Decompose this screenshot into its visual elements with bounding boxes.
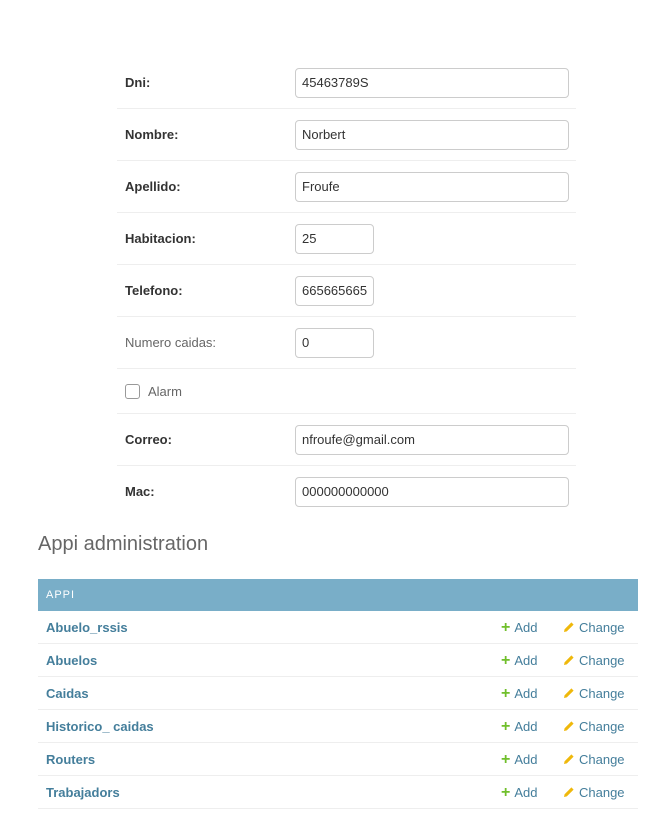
nombre-field[interactable] [295, 119, 569, 150]
change-link[interactable]: Change [563, 719, 625, 734]
table-row: Caidas + Add Change [38, 677, 638, 710]
form-row-nombre: Nombre: [117, 109, 576, 161]
plus-icon: + [501, 750, 511, 768]
table-row: Abuelo_rssis + Add Change [38, 611, 638, 644]
change-label: Change [579, 619, 625, 635]
habitacion-field[interactable] [295, 223, 374, 254]
change-link[interactable]: Change [563, 752, 625, 767]
change-link[interactable]: Change [563, 653, 625, 668]
pencil-icon [564, 655, 574, 665]
form-row-alarm: Alarm [117, 369, 576, 414]
apellido-field[interactable] [295, 171, 569, 202]
app-section-title: Appi administration [38, 533, 209, 555]
add-link[interactable]: + Add [501, 717, 538, 735]
form-row-habitacion: Habitacion: [117, 213, 576, 265]
add-link[interactable]: + Add [501, 783, 538, 801]
mac-field[interactable] [295, 476, 569, 507]
mac-label: Mac: [125, 484, 155, 499]
change-label: Change [579, 718, 625, 734]
numero-caidas-field[interactable] [295, 327, 374, 358]
form-row-dni: Dni: [117, 57, 576, 109]
pencil-icon [564, 721, 574, 731]
plus-icon: + [501, 618, 511, 636]
change-label: Change [579, 751, 625, 767]
add-link[interactable]: + Add [501, 750, 538, 768]
abuelo-form: Dni: Nombre: Apellido: Habitacion: Telef… [117, 57, 576, 517]
telefono-field[interactable] [295, 275, 374, 306]
form-row-mac: Mac: [117, 466, 576, 517]
table-row: Abuelos + Add Change [38, 644, 638, 677]
numero-caidas-label: Numero caidas: [125, 335, 217, 350]
app-module-table: APPI Abuelo_rssis + Add Change Abuelos +… [38, 579, 638, 809]
correo-field[interactable] [295, 424, 569, 455]
change-link[interactable]: Change [563, 785, 625, 800]
add-label: Add [514, 751, 538, 767]
model-link-trabajadors[interactable]: Trabajadors [38, 785, 638, 800]
table-row: Routers + Add Change [38, 743, 638, 776]
change-link[interactable]: Change [563, 686, 625, 701]
model-link-routers[interactable]: Routers [38, 752, 638, 767]
form-row-numero-caidas: Numero caidas: [117, 317, 576, 369]
plus-icon: + [501, 651, 511, 669]
correo-label: Correo: [125, 432, 172, 447]
add-label: Add [514, 718, 538, 734]
plus-icon: + [501, 717, 511, 735]
change-label: Change [579, 685, 625, 701]
apellido-label: Apellido: [125, 179, 181, 194]
form-row-telefono: Telefono: [117, 265, 576, 317]
dni-field[interactable] [295, 67, 569, 98]
add-link[interactable]: + Add [501, 651, 538, 669]
plus-icon: + [501, 684, 511, 702]
alarm-label: Alarm [148, 383, 182, 399]
add-link[interactable]: + Add [501, 618, 538, 636]
nombre-label: Nombre: [125, 127, 179, 142]
pencil-icon [564, 754, 574, 764]
telefono-label: Telefono: [125, 283, 183, 298]
model-link-caidas[interactable]: Caidas [38, 686, 638, 701]
change-link[interactable]: Change [563, 620, 625, 635]
change-label: Change [579, 784, 625, 800]
dni-label: Dni: [125, 75, 151, 90]
add-label: Add [514, 685, 538, 701]
app-module-caption[interactable]: APPI [38, 579, 638, 611]
alarm-checkbox[interactable] [125, 383, 140, 399]
table-row: Historico_ caidas + Add Change [38, 710, 638, 743]
add-label: Add [514, 784, 538, 800]
plus-icon: + [501, 783, 511, 801]
form-row-correo: Correo: [117, 414, 576, 466]
pencil-icon [564, 688, 574, 698]
pencil-icon [564, 622, 574, 632]
model-link-abuelo-rssis[interactable]: Abuelo_rssis [38, 620, 638, 635]
model-link-abuelos[interactable]: Abuelos [38, 653, 638, 668]
change-label: Change [579, 652, 625, 668]
alarm-checkbox-wrap[interactable]: Alarm [117, 383, 182, 399]
add-label: Add [514, 619, 538, 635]
table-row: Trabajadors + Add Change [38, 776, 638, 809]
form-row-apellido: Apellido: [117, 161, 576, 213]
pencil-icon [564, 787, 574, 797]
model-link-historico-caidas[interactable]: Historico_ caidas [38, 719, 638, 734]
add-label: Add [514, 652, 538, 668]
habitacion-label: Habitacion: [125, 231, 196, 246]
add-link[interactable]: + Add [501, 684, 538, 702]
